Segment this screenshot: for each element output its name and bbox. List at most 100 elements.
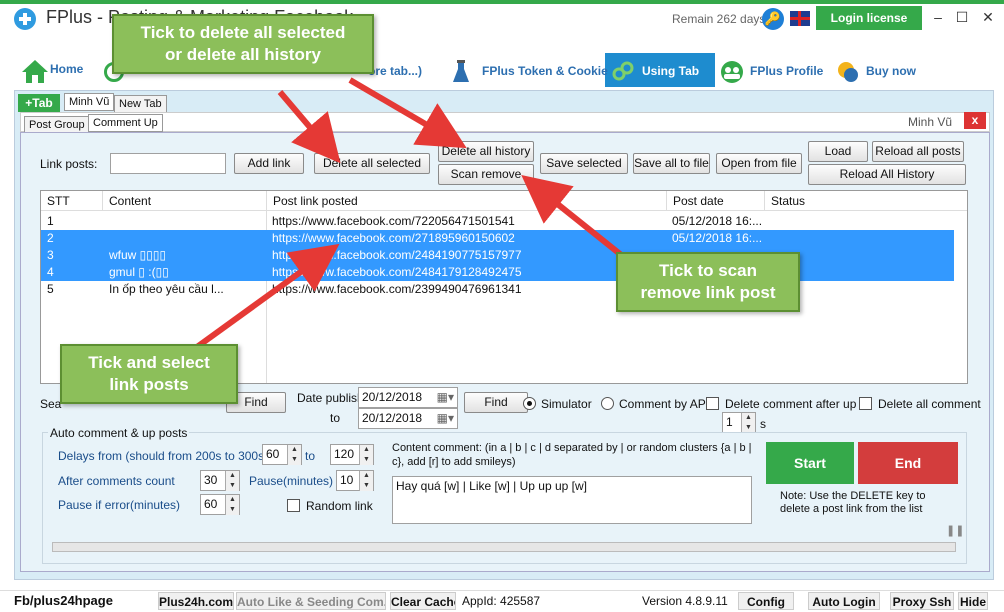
subtab-comment-up[interactable]: Comment Up	[88, 114, 163, 132]
stepper-down-icon[interactable]: ▼	[359, 455, 373, 465]
end-button[interactable]: End	[858, 442, 958, 484]
stepper-up-icon[interactable]: ▲	[225, 471, 239, 481]
add-link-button[interactable]: Add link	[234, 153, 304, 174]
delay-to-stepper[interactable]: 120 ▲ ▼	[330, 444, 374, 465]
delay-from-stepper[interactable]: 60 ▲ ▼	[262, 444, 302, 465]
table-row[interactable]: 1 https://www.facebook.com/72205647150154…	[41, 213, 954, 230]
home-icon	[20, 58, 48, 83]
after-comments-value: 30	[204, 473, 218, 487]
stepper-down-icon[interactable]: ▼	[225, 505, 239, 515]
content-comment-textarea[interactable]: Hay quá [w] | Like [w] | Up up up [w]	[392, 476, 752, 524]
hide-button[interactable]: Hide	[958, 592, 988, 610]
auto-like-seeding-link[interactable]: Auto Like & Seeding Com...	[236, 592, 386, 610]
maximize-button[interactable]: ☐	[950, 7, 974, 27]
tab-new-tab[interactable]: New Tab	[114, 95, 167, 113]
row-stt: 3	[47, 248, 54, 262]
delete-after-up-checkbox[interactable]	[706, 397, 719, 410]
link-posts-label: Link posts:	[40, 157, 98, 171]
uk-flag-icon[interactable]	[790, 11, 810, 26]
row-content: gmul ▯ :(▯▯	[109, 265, 169, 279]
row-link: https://www.facebook.com/248419077515797…	[272, 248, 522, 262]
stepper-down-icon[interactable]: ▼	[287, 455, 301, 465]
find-button-2[interactable]: Find	[464, 392, 528, 413]
minimize-button[interactable]: –	[926, 7, 950, 27]
load-button[interactable]: Load	[808, 141, 868, 162]
col-header-status[interactable]: Status	[765, 191, 967, 211]
delete-all-comment-checkbox[interactable]	[859, 397, 872, 410]
start-button[interactable]: Start	[766, 442, 854, 484]
stepper-up-icon[interactable]: ▲	[359, 445, 373, 455]
close-button[interactable]: ✕	[976, 7, 1000, 27]
nav-profile-label: FPlus Profile	[750, 64, 824, 78]
col-header-link[interactable]: Post link posted	[267, 191, 667, 211]
users-icon	[720, 60, 744, 84]
col-header-date[interactable]: Post date	[667, 191, 765, 211]
tab-minh-vu[interactable]: Minh Vũ	[64, 93, 115, 111]
delete-after-value: 1	[726, 415, 733, 429]
reload-all-history-button[interactable]: Reload All History	[808, 164, 966, 185]
proxy-ssh-button[interactable]: Proxy Ssh	[890, 592, 954, 610]
nav-fplus-profile[interactable]: FPlus Profile	[720, 58, 823, 84]
nav-buy-now[interactable]: Buy now	[836, 58, 916, 84]
after-comments-stepper[interactable]: 30 ▲ ▼	[200, 470, 240, 491]
save-selected-button[interactable]: Save selected	[540, 153, 628, 174]
clear-cache-button[interactable]: Clear Cache	[390, 592, 456, 610]
date-to-picker[interactable]: 20/12/2018 ▦▾	[358, 408, 458, 429]
delete-all-history-button[interactable]: Delete all history	[438, 141, 534, 162]
nav-using-tab[interactable]: Using Tab	[612, 58, 699, 84]
table-row[interactable]: 4 gmul ▯ :(▯▯ https://www.facebook.com/248…	[41, 264, 954, 281]
config-button[interactable]: Config	[738, 592, 794, 610]
callout-select: Tick and select link posts	[60, 344, 238, 404]
app-id: AppId: 425587	[462, 594, 541, 608]
col-header-content[interactable]: Content	[103, 191, 267, 211]
coins-icon	[836, 60, 860, 84]
table-row[interactable]: 2 https://www.facebook.com/27189596015060…	[41, 230, 954, 247]
add-tab-button[interactable]: +Tab	[18, 94, 60, 112]
pause-minutes-label: Pause(minutes)	[249, 474, 334, 488]
delete-after-stepper[interactable]: 1 ▲ ▼	[722, 412, 756, 433]
date-from-value: 20/12/2018	[362, 390, 423, 404]
simulator-label: Simulator	[541, 397, 592, 411]
reload-all-posts-button[interactable]: Reload all posts	[872, 141, 964, 162]
callout-scan-line2: remove link post	[640, 283, 776, 302]
scan-remove-button[interactable]: Scan remove	[438, 164, 534, 185]
pause-minutes-value: 10	[340, 473, 354, 487]
table-row[interactable]: 3 wfuw ▯▯▯▯ https://www.facebook.com/24841…	[41, 247, 954, 264]
row-stt: 4	[47, 265, 54, 279]
delete-all-comment-label: Delete all comment	[878, 397, 981, 411]
nav-home[interactable]: Home	[20, 56, 83, 83]
pause-minutes-stepper[interactable]: 10 ▲ ▼	[336, 470, 374, 491]
stepper-up-icon[interactable]: ▲	[741, 413, 755, 423]
table-row[interactable]: 5 In ốp theo yêu cầu l... https://www.face…	[41, 281, 954, 298]
nav-token-cookie[interactable]: FPlus Token & Cookie	[452, 58, 608, 84]
auto-login-button[interactable]: Auto Login	[808, 592, 880, 610]
save-all-to-file-button[interactable]: Save all to file	[633, 153, 710, 174]
pause-error-label: Pause if error(minutes)	[58, 498, 181, 512]
pause-error-stepper[interactable]: 60 ▲ ▼	[200, 494, 240, 515]
callout-scan-line1: Tick to scan	[659, 261, 757, 280]
close-account-tab-button[interactable]: x	[964, 112, 986, 129]
stepper-down-icon[interactable]: ▼	[225, 481, 239, 491]
simulator-radio[interactable]	[523, 397, 536, 410]
resize-grip-icon[interactable]: ❚❚	[946, 524, 964, 538]
plus24h-link[interactable]: Plus24h.com	[158, 592, 234, 610]
stepper-down-icon[interactable]: ▼	[359, 481, 373, 491]
random-link-checkbox[interactable]	[287, 499, 300, 512]
calendar-icon: ▦▾	[436, 390, 454, 404]
link-posts-input[interactable]	[110, 153, 226, 174]
fplus-logo-icon	[14, 8, 36, 30]
date-from-picker[interactable]: 20/12/2018 ▦▾	[358, 387, 458, 408]
comment-by-api-radio[interactable]	[601, 397, 614, 410]
stepper-up-icon[interactable]: ▲	[359, 471, 373, 481]
open-from-file-button[interactable]: Open from file	[716, 153, 802, 174]
key-icon[interactable]: 🔑	[762, 8, 784, 30]
login-license-button[interactable]: Login license	[816, 6, 922, 30]
row-content: In ốp theo yêu cầu l...	[109, 282, 224, 296]
random-link-label: Random link	[306, 499, 373, 513]
delete-all-selected-button[interactable]: Delete all selected	[314, 153, 430, 174]
stepper-up-icon[interactable]: ▲	[287, 445, 301, 455]
stepper-up-icon[interactable]: ▲	[225, 495, 239, 505]
nav-more-tab-label[interactable]: ore tab...)	[368, 58, 422, 84]
flask-icon	[452, 59, 476, 84]
col-header-stt[interactable]: STT	[41, 191, 103, 211]
